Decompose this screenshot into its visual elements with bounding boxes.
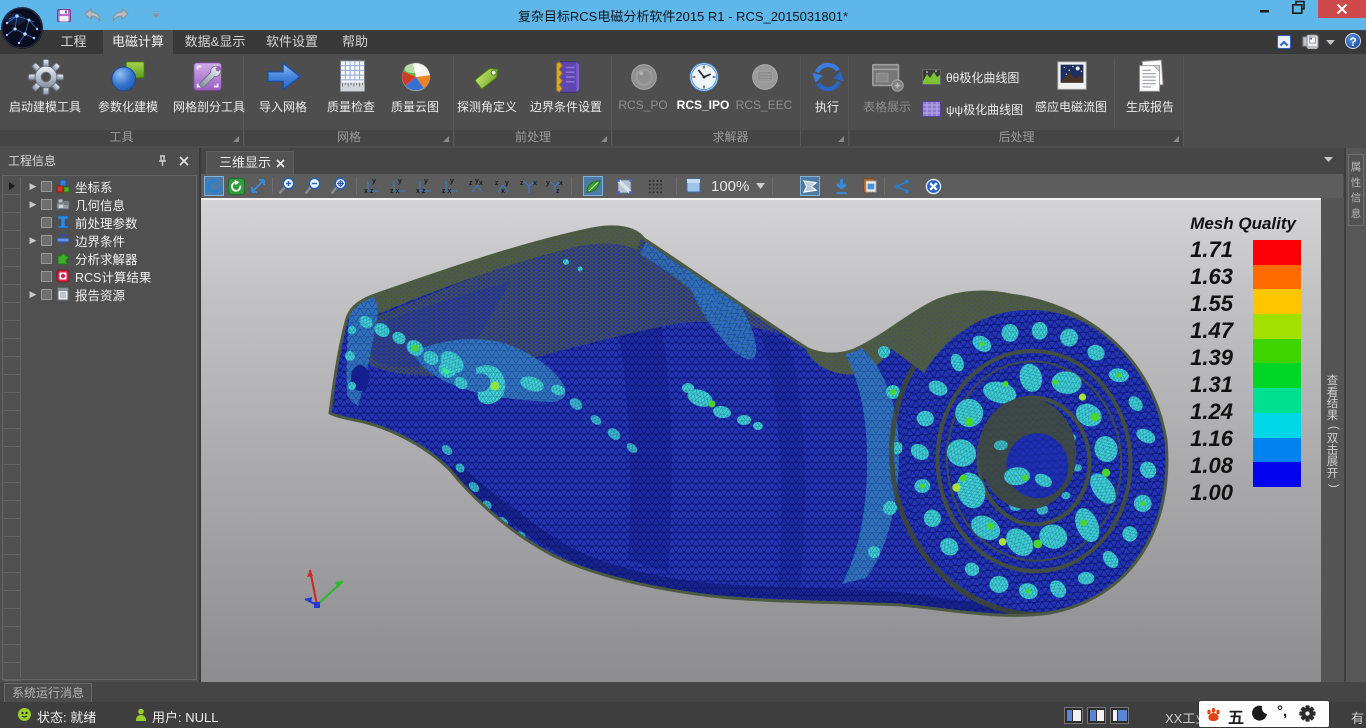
svg-text:y: y (546, 180, 550, 187)
svg-text:z x: z x (390, 188, 399, 195)
svg-text:z: z (495, 180, 499, 187)
svg-text:z: z (520, 180, 524, 187)
svg-text:z x: z x (442, 188, 451, 195)
svg-text:x: x (533, 180, 537, 187)
svg-text:x: x (501, 188, 505, 195)
svg-text:z: z (469, 180, 473, 187)
svg-text:y: y (424, 178, 428, 185)
svg-text:y: y (372, 178, 376, 185)
svg-text:y: y (475, 178, 479, 185)
svg-text:x: x (559, 180, 563, 187)
svg-text:x z: x z (416, 188, 426, 195)
svg-text:x z: x z (364, 188, 374, 195)
svg-text:y: y (450, 178, 454, 185)
svg-text:z: z (556, 188, 560, 195)
svg-text:y: y (398, 178, 402, 185)
svg-text:x: x (479, 180, 483, 187)
svg-text:y: y (505, 180, 509, 187)
